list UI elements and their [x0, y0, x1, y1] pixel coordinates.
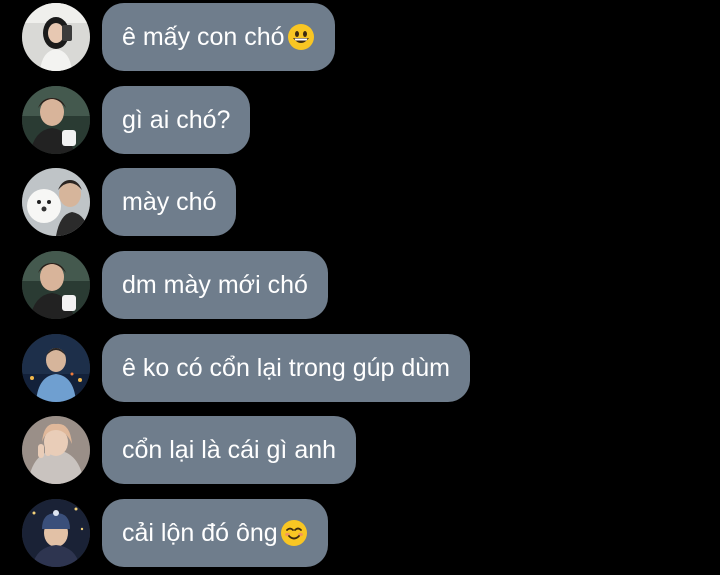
avatar[interactable]	[22, 168, 90, 236]
avatar[interactable]	[22, 416, 90, 484]
message-row: mày chó	[22, 168, 237, 236]
message-text: dm mày mới chó	[122, 270, 308, 299]
message-row: ê mấy con chó	[22, 3, 335, 71]
message-text: gì ai chó?	[122, 105, 231, 134]
message-text: ê ko có cổn lại trong gúp dùm	[122, 353, 450, 382]
message-text: cổn lại là cái gì anh	[122, 435, 337, 464]
grinning-face-icon	[287, 23, 315, 51]
message-bubble[interactable]: cải lộn đó ông	[102, 499, 328, 567]
avatar[interactable]	[22, 499, 90, 567]
message-bubble[interactable]: ê ko có cổn lại trong gúp dùm	[102, 334, 470, 402]
message-row: ê ko có cổn lại trong gúp dùm	[22, 334, 470, 402]
smiling-face-icon	[280, 519, 308, 547]
avatar[interactable]	[22, 3, 90, 71]
message-bubble[interactable]: mày chó	[102, 168, 237, 236]
message-row: cải lộn đó ông	[22, 499, 328, 567]
message-text: mày chó	[122, 187, 217, 216]
message-row: gì ai chó?	[22, 86, 251, 154]
avatar[interactable]	[22, 334, 90, 402]
message-row: dm mày mới chó	[22, 251, 328, 319]
chat-thread: ê mấy con chó gì ai chó? mày chó dm mày …	[0, 0, 720, 575]
message-bubble[interactable]: ê mấy con chó	[102, 3, 335, 71]
message-bubble[interactable]: dm mày mới chó	[102, 251, 328, 319]
message-bubble[interactable]: gì ai chó?	[102, 86, 251, 154]
avatar[interactable]	[22, 86, 90, 154]
message-text: ê mấy con chó	[122, 22, 285, 51]
message-row: cổn lại là cái gì anh	[22, 416, 357, 484]
message-text: cải lộn đó ông	[122, 518, 278, 547]
message-bubble[interactable]: cổn lại là cái gì anh	[102, 416, 357, 484]
avatar[interactable]	[22, 251, 90, 319]
